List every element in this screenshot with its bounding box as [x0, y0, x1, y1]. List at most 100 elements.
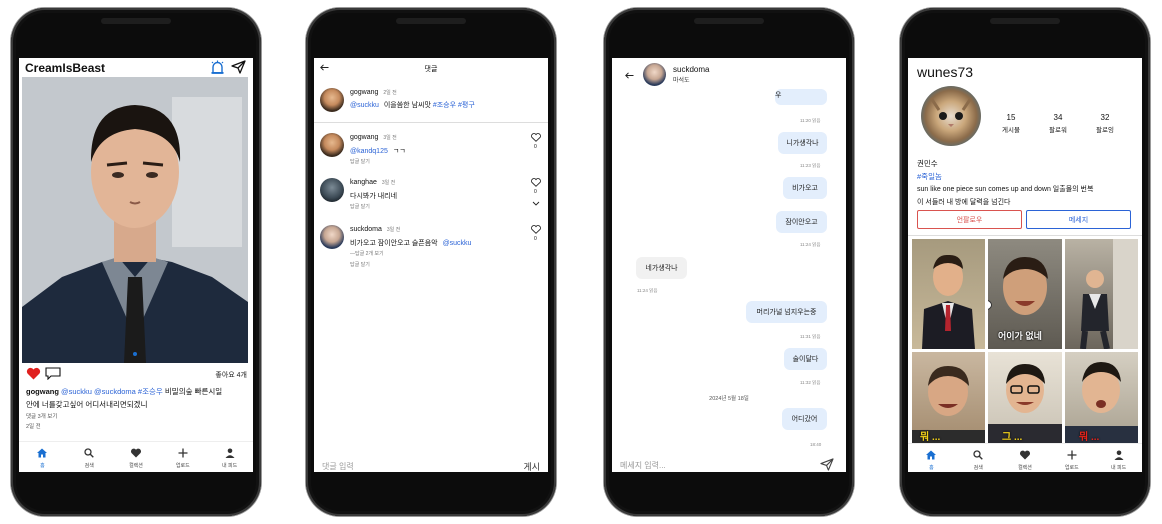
reply-link[interactable]: 답글 달기 — [350, 203, 370, 210]
message-bubble: 비밀의숲라 조승우 — [775, 89, 827, 105]
nav-collection-label: 컬렉션 — [129, 463, 143, 469]
comment-icon[interactable] — [45, 367, 61, 380]
send-icon[interactable] — [231, 60, 246, 74]
comment-avatar[interactable] — [320, 225, 344, 249]
cat-icon — [929, 97, 973, 127]
message-bubble: 어디갔어 — [782, 408, 827, 430]
profile-screen: wunes73 15 게시물 34 팔로워 32 팔로잉 권민수 #죽일놈 su… — [908, 58, 1142, 472]
man-surprised-icon — [1065, 362, 1138, 443]
nav-collection-label: 컬렉션 — [1018, 465, 1032, 471]
message-time: 11:24 읽음 — [637, 288, 658, 293]
post-comment-button[interactable]: 게시 — [523, 460, 540, 472]
nav-collection[interactable]: 컬렉션 — [1002, 444, 1049, 472]
back-arrow-icon[interactable] — [625, 72, 634, 79]
chevron-down-icon[interactable] — [532, 201, 540, 206]
nav-home[interactable]: 홈 — [19, 442, 66, 472]
heart-outline-icon[interactable] — [531, 225, 541, 234]
comment-mention[interactable]: @kandq125 — [350, 148, 388, 155]
comment-avatar[interactable] — [320, 133, 344, 157]
grid-caption: 그 ... — [1002, 432, 1023, 443]
bottom-nav: 홈 검색 컬렉션 업로드 내 피드 — [908, 443, 1142, 472]
nav-upload-label: 업로드 — [1064, 465, 1079, 471]
post-time: 2일 전 — [26, 424, 41, 430]
unfollow-button[interactable]: 언팔로우 — [917, 210, 1022, 229]
nav-search[interactable]: 검색 — [955, 444, 1002, 472]
nav-my-feed[interactable]: 내 피드 — [1095, 444, 1142, 472]
message-input[interactable]: 메세지 입력... — [620, 460, 666, 471]
comments-title: 댓글 — [424, 66, 438, 73]
nav-upload[interactable]: 업로드 — [1048, 444, 1095, 472]
grid-photo[interactable]: 뭐 ... — [1065, 352, 1138, 443]
posts-label[interactable]: 게시물 — [997, 124, 1025, 134]
profile-divider — [908, 235, 1142, 236]
comment-body: @kandq125 ㄱㄱ — [350, 146, 406, 156]
chat-avatar[interactable] — [643, 63, 666, 86]
message-time: 11:24 읽음 — [800, 242, 821, 247]
post-author-time: 2일 전 — [383, 90, 397, 96]
reply-link[interactable]: 답글 달기 — [350, 261, 370, 268]
caption-user[interactable]: gogwang — [26, 387, 59, 396]
send-icon[interactable] — [820, 458, 834, 471]
post-author-avatar[interactable] — [320, 88, 344, 112]
nav-home[interactable]: 홈 — [908, 444, 955, 472]
person-icon — [1114, 450, 1124, 460]
caption-text1: 비밀의숲 빠른시일 — [164, 387, 223, 396]
heart-filled-icon[interactable] — [26, 367, 41, 380]
followers-label[interactable]: 팔로워 — [1044, 124, 1072, 134]
view-comments-link[interactable]: 댓글 3개 보기 — [26, 412, 57, 420]
profile-avatar[interactable] — [921, 86, 981, 146]
post-mention[interactable]: @suckku — [350, 102, 379, 109]
message-bubble: 니가생각나 — [778, 132, 827, 154]
caption-tags[interactable]: @suckku @suckdoma #조승우 — [61, 387, 163, 396]
comment-header: gogwang 3일 전 — [350, 134, 397, 141]
reply-link[interactable]: 답글 달기 — [350, 158, 370, 165]
comment-user[interactable]: kanghae — [350, 179, 377, 186]
heart-icon — [1019, 450, 1030, 460]
nav-search-label: 검색 — [84, 463, 94, 469]
nav-search[interactable]: 검색 — [66, 442, 113, 472]
nav-search-label: 검색 — [973, 465, 983, 471]
nav-upload[interactable]: 업로드 — [159, 442, 206, 472]
profile-tag[interactable]: #죽일놈 — [917, 171, 942, 182]
nav-collection[interactable]: 컬렉션 — [113, 442, 160, 472]
comment-text: 다시봐가 내리네 — [350, 193, 398, 200]
grid-photo[interactable] — [1065, 239, 1138, 349]
message-text: 비밀의숲라 조승우 — [775, 92, 782, 99]
home-icon — [926, 450, 937, 460]
heart-outline-icon[interactable] — [531, 133, 541, 142]
post-author-name[interactable]: gogwang — [350, 89, 378, 96]
grid-photo[interactable]: 어이가 없네 ••• — [988, 239, 1062, 349]
unfollow-label: 언팔로우 — [956, 216, 983, 224]
comment-user[interactable]: gogwang — [350, 134, 378, 141]
following-label[interactable]: 팔로잉 — [1091, 124, 1119, 134]
nav-home-label: 홈 — [929, 465, 934, 471]
grid-photo[interactable]: 뭐 ... — [912, 352, 985, 443]
posts-count: 15 — [1006, 113, 1016, 122]
nav-upload-label: 업로드 — [175, 463, 190, 469]
comment-header: suckdoma 3일 전 — [350, 226, 400, 233]
post-caption-tags[interactable]: #조승우 #평구 — [433, 102, 475, 109]
comments-screen: 댓글 gogwang 2일 전 @suckku 이을씀한 남씨맛 #조승우 #평… — [314, 58, 548, 472]
comment-user[interactable]: suckdoma — [350, 226, 382, 233]
photo-grid: 어이가 없네 ••• 뭐 ... 그 ... 뭐 ... — [912, 239, 1138, 443]
post-image[interactable] — [22, 77, 248, 363]
comment-mention[interactable]: @suckku — [443, 240, 472, 247]
message-button[interactable]: 메세지 — [1026, 210, 1131, 229]
phone-chat: suckdoma 마석도 비밀의숲라 조승우 11:20 읽음 니가생각나 11… — [604, 8, 854, 516]
nav-my-feed[interactable]: 내 피드 — [206, 442, 253, 472]
grid-photo[interactable]: 그 ... — [988, 352, 1062, 443]
caption-line1: gogwang @suckku @suckdoma #조승우 비밀의숲 빠른시일 — [26, 386, 222, 397]
profile-name: 권민수 — [917, 159, 938, 168]
comment-input[interactable]: 댓글 입력 — [322, 461, 354, 472]
phone-comments: 댓글 gogwang 2일 전 @suckku 이을씀한 남씨맛 #조승우 #평… — [306, 8, 556, 516]
grid-photo[interactable] — [912, 239, 985, 349]
nav-my-feed-label: 내 피드 — [1110, 465, 1127, 471]
heart-outline-icon[interactable] — [531, 178, 541, 187]
nav-home-label: 홈 — [40, 463, 45, 469]
alarm-icon[interactable] — [210, 60, 225, 74]
profile-username: wunes73 — [917, 64, 974, 80]
post-caption-row: @suckku 이을씀한 남씨맛 #조승우 #평구 — [350, 100, 475, 110]
comment-avatar[interactable] — [320, 178, 344, 202]
app-title: CreamIsBeast — [25, 61, 106, 75]
view-replies-link[interactable]: —답글 2개 보기 — [350, 250, 384, 257]
